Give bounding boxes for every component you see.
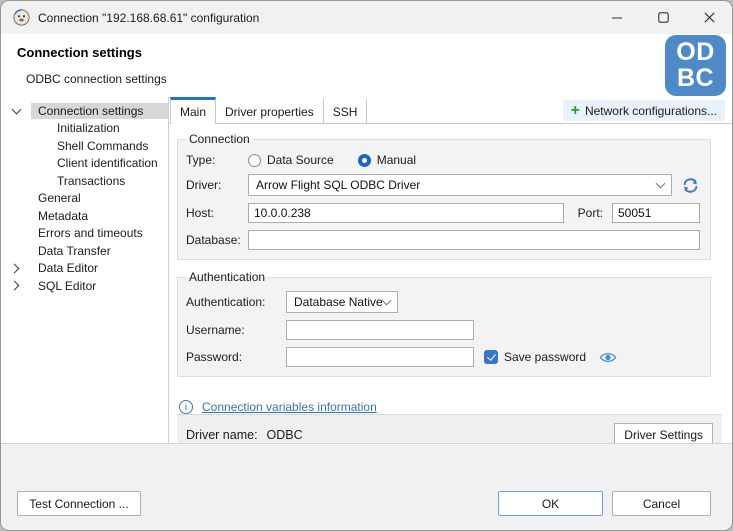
host-row: Host: Port: xyxy=(186,203,700,223)
save-password-label: Save password xyxy=(504,350,586,364)
maximize-button[interactable] xyxy=(640,1,686,34)
radio-data-source[interactable]: Data Source xyxy=(248,153,334,167)
username-input[interactable] xyxy=(286,320,474,340)
tree-item-data-transfer[interactable]: Data Transfer xyxy=(1,242,168,260)
minimize-button[interactable] xyxy=(594,1,640,34)
tree-item-metadata[interactable]: Metadata xyxy=(1,207,168,225)
radio-manual[interactable]: Manual xyxy=(358,153,416,167)
tree-item-shell-commands[interactable]: Shell Commands xyxy=(1,137,168,155)
driver-name-value: ODBC xyxy=(267,428,303,442)
tree-item-errors-and-timeouts[interactable]: Errors and timeouts xyxy=(1,225,168,243)
tab-ssh[interactable]: SSH xyxy=(324,97,368,123)
show-password-eye-icon[interactable] xyxy=(599,351,617,364)
driver-name-label: Driver name: xyxy=(186,428,258,442)
password-label: Password: xyxy=(186,350,286,364)
password-input[interactable] xyxy=(286,347,474,367)
tree-item-transactions[interactable]: Transactions xyxy=(1,172,168,190)
info-icon: i xyxy=(179,400,193,414)
tree-item-general[interactable]: General xyxy=(1,190,168,208)
database-input[interactable] xyxy=(248,230,700,250)
test-connection-button[interactable]: Test Connection ... xyxy=(17,491,141,516)
page-subtitle: ODBC connection settings xyxy=(26,72,167,86)
odbc-logo: OD BC xyxy=(665,35,726,96)
tree-item-initialization[interactable]: Initialization xyxy=(1,120,168,138)
tab-bar: Main Driver properties SSH + Network con… xyxy=(169,97,732,124)
port-input[interactable] xyxy=(612,203,700,223)
database-label: Database: xyxy=(186,233,248,247)
chevron-down-icon xyxy=(656,179,666,189)
window-controls xyxy=(594,1,732,34)
connection-group: Connection Type: Data Source Manual xyxy=(177,132,711,260)
username-row: Username: xyxy=(186,320,700,340)
save-password-checkbox[interactable] xyxy=(484,350,498,364)
tab-driver-properties[interactable]: Driver properties xyxy=(216,97,324,123)
odbc-logo-line2: BC xyxy=(665,65,726,91)
driver-dropdown[interactable]: Arrow Flight SQL ODBC Driver xyxy=(248,174,672,196)
driver-label: Driver: xyxy=(186,178,248,192)
connection-variables-row: i Connection variables information xyxy=(179,400,722,414)
titlebar: Connection "192.168.68.61" configuration xyxy=(1,1,732,34)
close-button[interactable] xyxy=(686,1,732,34)
odbc-logo-line1: OD xyxy=(665,39,726,65)
dialog-footer: Test Connection ... OK Cancel xyxy=(1,443,732,530)
settings-tree: Connection settings Initialization Shell… xyxy=(1,97,169,443)
host-input[interactable] xyxy=(248,203,564,223)
host-label: Host: xyxy=(186,206,248,220)
chevron-right-icon[interactable] xyxy=(1,265,31,272)
cancel-button[interactable]: Cancel xyxy=(612,491,711,516)
tab-content-main: Connection Type: Data Source Manual xyxy=(169,124,732,443)
dialog-header: Connection settings ODBC connection sett… xyxy=(1,34,732,97)
chevron-down-icon[interactable] xyxy=(1,109,31,113)
tree-item-connection-settings[interactable]: Connection settings xyxy=(1,102,168,120)
tree-item-client-identification[interactable]: Client identification xyxy=(1,155,168,173)
page-title: Connection settings xyxy=(17,45,142,60)
authentication-row: Authentication: Database Native xyxy=(186,291,700,313)
radio-icon[interactable] xyxy=(248,154,261,167)
ok-button[interactable]: OK xyxy=(498,491,603,516)
database-row: Database: xyxy=(186,230,700,250)
tree-item-data-editor[interactable]: Data Editor xyxy=(1,260,168,278)
tab-main[interactable]: Main xyxy=(170,97,216,124)
authentication-dropdown[interactable]: Database Native xyxy=(286,291,398,313)
app-icon xyxy=(13,9,30,26)
driver-row: Driver: Arrow Flight SQL ODBC Driver xyxy=(186,174,700,196)
type-label: Type: xyxy=(186,153,248,167)
connection-group-legend: Connection xyxy=(186,132,253,146)
tree-item-sql-editor[interactable]: SQL Editor xyxy=(1,277,168,295)
dialog-body: Connection settings Initialization Shell… xyxy=(1,97,732,443)
authentication-group: Authentication Authentication: Database … xyxy=(177,270,711,377)
sync-driver-icon[interactable] xyxy=(681,176,700,195)
connection-variables-link[interactable]: Connection variables information xyxy=(202,400,377,414)
connection-configuration-dialog: Connection "192.168.68.61" configuration… xyxy=(0,0,733,531)
password-row: Password: Save password xyxy=(186,347,700,367)
radio-selected-icon[interactable] xyxy=(358,154,371,167)
plus-icon: + xyxy=(571,104,580,118)
authentication-label: Authentication: xyxy=(186,295,286,309)
port-label: Port: xyxy=(578,206,603,220)
main-panel: Main Driver properties SSH + Network con… xyxy=(169,97,732,443)
type-row: Type: Data Source Manual xyxy=(186,153,700,167)
network-configurations-button[interactable]: + Network configurations... xyxy=(563,100,725,121)
username-label: Username: xyxy=(186,323,286,337)
authentication-group-legend: Authentication xyxy=(186,270,268,284)
window-title: Connection "192.168.68.61" configuration xyxy=(38,11,259,25)
chevron-right-icon[interactable] xyxy=(1,282,31,289)
chevron-down-icon xyxy=(382,296,392,306)
